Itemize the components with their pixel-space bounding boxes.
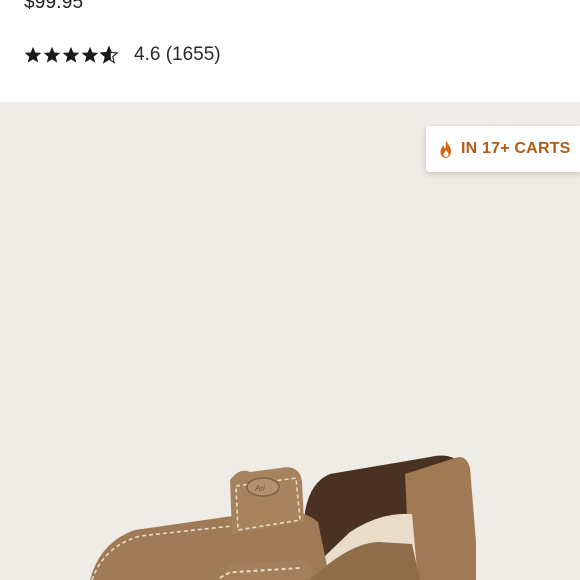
shoe-illustration: Ari xyxy=(90,455,476,580)
star-icon xyxy=(24,46,42,63)
in-carts-badge: IN 17+ CARTS xyxy=(426,126,580,172)
rating-stars xyxy=(24,46,118,64)
product-image[interactable]: Ari xyxy=(0,102,580,580)
product-rating[interactable]: 4.6 (1655) xyxy=(24,42,221,68)
star-icon xyxy=(81,46,99,63)
star-icon xyxy=(43,46,61,63)
in-carts-label: IN 17+ CARTS xyxy=(461,140,571,157)
product-price: $99.95 xyxy=(24,0,84,13)
svg-text:Ari: Ari xyxy=(254,484,265,493)
rating-count[interactable]: 4.6 (1655) xyxy=(134,44,221,66)
half-star-icon xyxy=(100,46,118,64)
flame-icon xyxy=(440,140,451,158)
star-icon xyxy=(62,46,80,63)
